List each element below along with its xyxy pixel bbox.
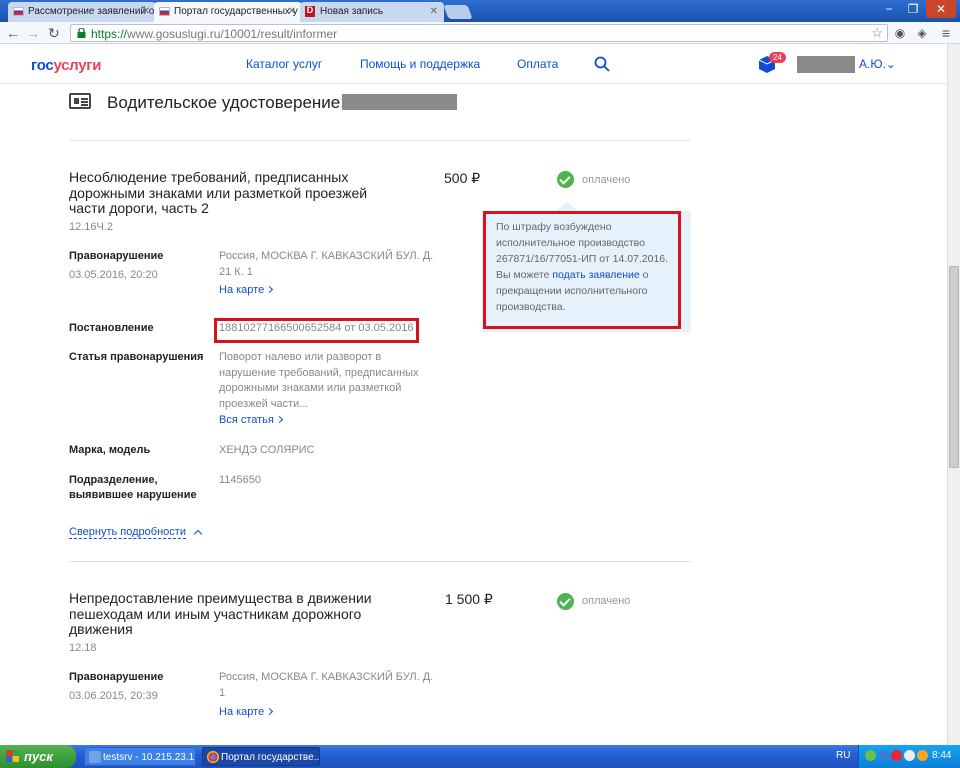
taskbar-item-browser[interactable]: Портал государстве... xyxy=(202,747,320,766)
close-icon[interactable]: ✕ xyxy=(288,6,296,17)
dept-label: Подразделение, выявившее нарушение xyxy=(69,474,197,501)
nav-help[interactable]: Помощь и поддержка xyxy=(360,57,480,71)
highlight-box xyxy=(483,211,681,329)
car-value: ХЕНДЭ СОЛЯРИС xyxy=(219,444,315,456)
address-bar[interactable]: https://www.gosuslugi.ru/10001/result/in… xyxy=(70,24,888,42)
divider xyxy=(69,561,691,562)
redacted-username xyxy=(797,56,855,73)
russia-flag-icon xyxy=(13,7,24,16)
violation-title: Несоблюдение требований, предписанных до… xyxy=(69,169,368,216)
drive2-d-icon: D xyxy=(305,5,315,17)
browser-tab-1[interactable]: Рассмотрение заявлений о ✕ xyxy=(8,2,156,22)
remote-desktop-icon xyxy=(89,751,101,763)
check-icon xyxy=(557,593,574,610)
window-close-icon[interactable]: ✕ xyxy=(926,0,956,18)
windows-logo-icon xyxy=(6,750,19,762)
divider xyxy=(69,140,691,141)
license-title: Водительское удостоверение: xyxy=(107,93,345,112)
page-scrollbar[interactable] xyxy=(947,44,960,745)
offense-label: Правонарушение xyxy=(69,250,164,262)
restore-icon[interactable]: ❐ xyxy=(902,0,924,18)
extension-icon-2[interactable]: ◈ xyxy=(914,25,930,41)
menu-icon[interactable]: ≡ xyxy=(938,25,954,41)
reload-icon[interactable]: ↻ xyxy=(48,24,60,42)
tray-icon[interactable] xyxy=(865,750,876,761)
car-label: Марка, модель xyxy=(69,444,151,456)
offense-label: Правонарушение xyxy=(69,671,164,683)
windows-taskbar: пуск testsrv - 10.215.23.1... Портал гос… xyxy=(0,745,960,768)
lock-icon xyxy=(77,28,86,38)
nav-catalog[interactable]: Каталог услуг xyxy=(246,57,322,71)
tray-icon[interactable] xyxy=(917,750,928,761)
check-icon xyxy=(557,171,574,188)
offense-address: Россия, МОСКВА Г. КАВКАЗСКИЙ БУЛ. Д. 21 … xyxy=(219,250,434,278)
violation-code: 12.18 xyxy=(69,642,97,654)
browser-tab-2[interactable]: Портал государственных у ✕ xyxy=(154,2,302,22)
status-badge: оплачено xyxy=(582,595,631,607)
gosuslugi-logo[interactable]: госуслуги xyxy=(31,57,101,74)
offense-address: Россия, МОСКВА Г. КАВКАЗСКИЙ БУЛ. Д. 1 xyxy=(219,671,434,699)
minimize-icon[interactable]: − xyxy=(878,0,900,18)
browser-tab-3[interactable]: D Новая запись ✕ xyxy=(300,2,444,22)
tab-title: Новая запись xyxy=(320,6,384,17)
dept-value: 1145650 xyxy=(219,474,262,486)
russia-flag-icon xyxy=(159,7,170,16)
forward-arrow-icon[interactable]: → xyxy=(26,24,40,42)
license-card-icon xyxy=(69,93,91,109)
fine-amount: 500 ₽ xyxy=(444,170,481,186)
close-icon[interactable]: ✕ xyxy=(142,6,150,17)
chevron-right-icon xyxy=(266,707,274,716)
new-tab-button[interactable] xyxy=(443,5,473,19)
redacted-license-number xyxy=(342,94,457,110)
star-icon[interactable]: ☆ xyxy=(871,25,883,41)
tab-title: Портал государственных у xyxy=(174,6,298,17)
notification-badge: 24 xyxy=(769,52,786,63)
fine-amount: 1 500 ₽ xyxy=(445,591,493,607)
resolution-label: Постановление xyxy=(69,322,154,334)
taskbar-item-remote[interactable]: testsrv - 10.215.23.1... xyxy=(84,747,196,766)
clock: 8:44 xyxy=(932,750,952,761)
tray-icon[interactable] xyxy=(904,750,915,761)
browser-toolbar: ← → ↻ https://www.gosuslugi.ru/10001/res… xyxy=(0,22,960,44)
scrollbar-thumb[interactable] xyxy=(949,266,959,468)
close-icon[interactable]: ✕ xyxy=(430,6,438,17)
search-icon[interactable] xyxy=(594,56,610,72)
offense-datetime: 03.06.2015, 20:39 xyxy=(69,690,158,702)
main-content: Водительское удостоверение: Несоблюдение… xyxy=(0,84,947,745)
chevron-right-icon xyxy=(266,285,274,294)
back-arrow-icon[interactable]: ← xyxy=(6,24,20,42)
full-article-link[interactable]: Вся статья xyxy=(219,414,283,426)
article-label: Статья правонарушения xyxy=(69,351,204,363)
tray-icon[interactable] xyxy=(891,750,902,761)
tab-title: Рассмотрение заявлений о xyxy=(28,6,155,17)
map-link[interactable]: На карте xyxy=(219,706,274,718)
violation-code: 12.16Ч.2 xyxy=(69,221,114,233)
site-header: госуслуги Каталог услуг Помощь и поддерж… xyxy=(0,44,947,84)
chevron-right-icon xyxy=(275,415,283,424)
highlight-box xyxy=(214,318,419,343)
nav-payment[interactable]: Оплата xyxy=(517,57,558,71)
collapse-details-link[interactable]: Свернуть подробности xyxy=(69,526,186,539)
chrome-icon xyxy=(207,751,219,763)
article-text: Поворот налево или разворот в нарушение … xyxy=(219,351,419,410)
tray-icon[interactable] xyxy=(878,750,889,761)
language-indicator[interactable]: RU xyxy=(836,750,850,761)
violation-title: Непредоставление преимущества в движении… xyxy=(69,590,372,637)
status-badge: оплачено xyxy=(582,174,631,186)
user-menu[interactable]: А.Ю.⌄ xyxy=(859,57,896,71)
extension-icon[interactable]: ◉ xyxy=(892,25,908,41)
chevron-up-icon[interactable] xyxy=(193,529,203,539)
offense-datetime: 03.05.2016, 20:20 xyxy=(69,269,158,281)
browser-tab-strip: Рассмотрение заявлений о ✕ Портал госуда… xyxy=(0,0,960,22)
start-button[interactable]: пуск xyxy=(0,745,76,768)
map-link[interactable]: На карте xyxy=(219,284,274,296)
url-text: https://www.gosuslugi.ru/10001/result/in… xyxy=(91,27,338,41)
